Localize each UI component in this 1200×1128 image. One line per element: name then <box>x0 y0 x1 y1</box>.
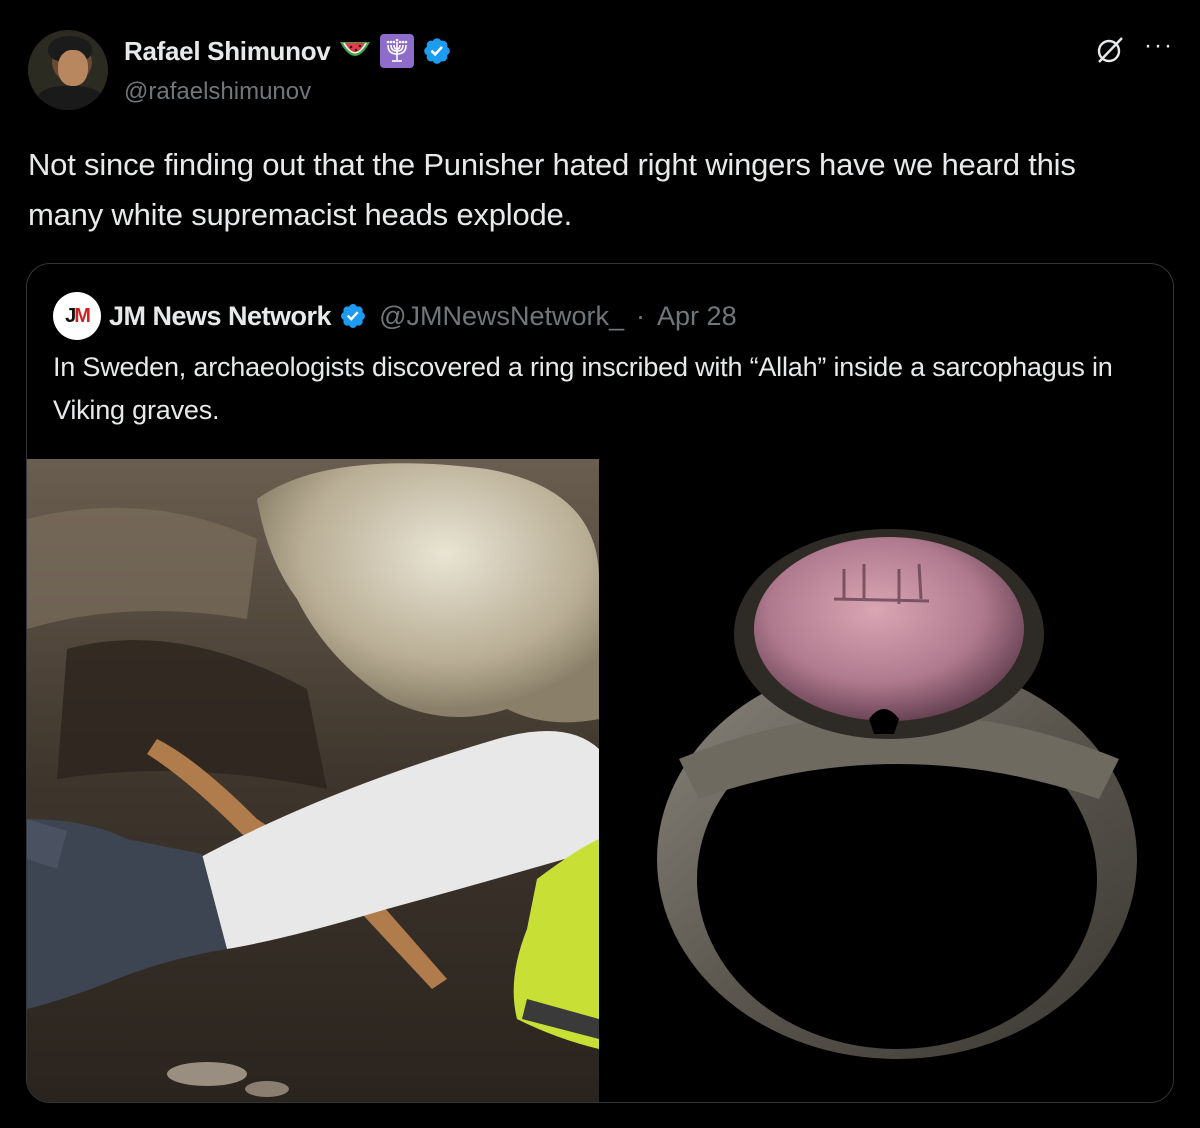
verified-badge-icon <box>424 38 451 64</box>
post-text: Not since finding out that the Punisher … <box>28 147 1076 232</box>
quoted-author-name[interactable]: JM News Network <box>109 301 332 332</box>
author-avatar[interactable] <box>28 30 108 110</box>
quoted-author-handle[interactable]: @JMNewsNetwork_ <box>379 301 624 332</box>
excavation-photo[interactable] <box>27 459 599 1102</box>
jm-logo-text: JM <box>65 304 91 327</box>
more-options-icon[interactable]: ··· <box>1144 34 1174 58</box>
date-separator: · <box>636 300 646 331</box>
quoted-post-date[interactable]: Apr 28 <box>657 301 737 332</box>
grok-icon[interactable] <box>1094 34 1126 66</box>
author-display-name[interactable]: Rafael Shimunov <box>124 36 331 67</box>
quoted-media[interactable] <box>27 459 1173 1102</box>
quoted-post-text: In Sweden, archaeologists discovered a r… <box>53 352 1113 425</box>
quoted-post-header: JM JM News Network @JMNewsNetwork_ · Apr… <box>53 292 737 340</box>
verified-badge-icon <box>341 304 366 328</box>
author-name-row: Rafael Shimunov <box>124 34 452 68</box>
post-actions-top: ··· <box>1094 34 1174 66</box>
watermelon-emoji-icon <box>338 36 372 66</box>
ring-photo[interactable] <box>599 459 1173 1102</box>
menorah-emoji-icon <box>380 34 415 68</box>
author-handle[interactable]: @rafaelshimunov <box>124 78 311 106</box>
jm-news-avatar[interactable]: JM <box>53 292 101 340</box>
quoted-post[interactable]: JM JM News Network @JMNewsNetwork_ · Apr… <box>26 263 1174 1103</box>
